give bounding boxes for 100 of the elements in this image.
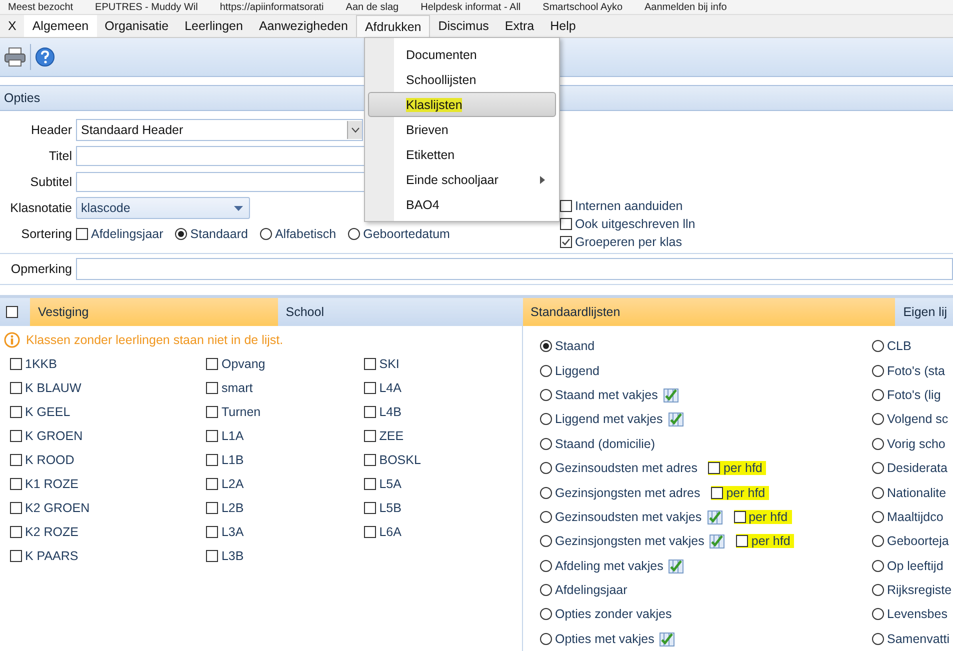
menu-item[interactable]: Algemeen: [24, 15, 97, 37]
checkbox[interactable]: [206, 502, 218, 514]
checkbox[interactable]: [206, 454, 218, 466]
radio-button[interactable]: [872, 388, 884, 401]
radio-button[interactable]: [540, 608, 552, 620]
radio-label: Samenvatti: [887, 632, 950, 646]
checkbox[interactable]: [76, 228, 88, 240]
radio-button[interactable]: [540, 632, 552, 645]
checkbox[interactable]: [364, 526, 376, 538]
menu-item[interactable]: Extra: [496, 15, 542, 37]
checkbox-label: per hfd: [726, 486, 766, 500]
bookmark-link[interactable]: Aan de slag: [346, 2, 399, 12]
radio-button[interactable]: [540, 510, 552, 523]
header-dropdown[interactable]: Standaard Header: [76, 119, 363, 141]
radio-button[interactable]: [540, 438, 552, 450]
checkbox[interactable]: [206, 358, 218, 370]
checkbox[interactable]: [10, 502, 22, 514]
checkbox[interactable]: [10, 550, 22, 562]
radio-button[interactable]: [348, 228, 360, 240]
menu-item[interactable]: X: [0, 15, 24, 37]
checkbox[interactable]: [560, 218, 572, 230]
checkbox[interactable]: [560, 200, 572, 212]
menu-item[interactable]: Organisatie: [96, 15, 177, 37]
checkbox[interactable]: [736, 535, 748, 548]
help-icon[interactable]: [35, 47, 55, 67]
checkbox[interactable]: [10, 526, 22, 538]
radio-button[interactable]: [540, 584, 552, 596]
radio-button[interactable]: [872, 535, 884, 548]
checkbox[interactable]: [711, 486, 724, 499]
radio-button[interactable]: [872, 413, 884, 426]
menu-item[interactable]: Klaslijsten: [368, 92, 556, 117]
radio-button[interactable]: [872, 364, 884, 377]
radio-button[interactable]: [872, 438, 884, 450]
bookmark-link[interactable]: Smartschool Ayko: [542, 2, 623, 12]
printer-icon[interactable]: [4, 47, 26, 67]
radio-button[interactable]: [260, 228, 272, 240]
checkbox[interactable]: [10, 430, 22, 442]
menu-item[interactable]: Einde schooljaar: [368, 167, 556, 192]
checkbox[interactable]: [364, 478, 376, 490]
radio-button[interactable]: [872, 632, 884, 645]
input-field[interactable]: [76, 258, 953, 280]
menu-item[interactable]: Aanwezigheden: [250, 15, 356, 37]
bookmark-link[interactable]: Meest bezocht: [8, 2, 74, 12]
radio-label: Opties met vakjes: [555, 632, 654, 646]
radio-button[interactable]: [540, 486, 552, 499]
checkbox[interactable]: [708, 462, 720, 474]
menu-item[interactable]: Schoollijsten: [368, 67, 556, 92]
checkbox[interactable]: [364, 406, 376, 418]
radio-button[interactable]: [540, 364, 552, 377]
radio-button[interactable]: [540, 413, 552, 426]
checkbox[interactable]: [10, 454, 22, 466]
checkbox[interactable]: [364, 502, 376, 514]
bookmark-link[interactable]: Helpdesk informat - All: [420, 2, 521, 12]
menu-item[interactable]: Help: [542, 15, 584, 37]
checkbox[interactable]: [6, 306, 18, 318]
checkbox[interactable]: [10, 382, 22, 394]
radio-button[interactable]: [872, 584, 884, 596]
radio-button[interactable]: [540, 535, 552, 548]
menu-item[interactable]: BAO4: [368, 192, 556, 217]
checkbox[interactable]: [10, 358, 22, 370]
checkbox[interactable]: [560, 236, 572, 248]
checkbox[interactable]: [206, 406, 218, 418]
checkbox-label: Afdelingsjaar: [91, 227, 164, 241]
radio-button[interactable]: [175, 228, 188, 240]
checkbox[interactable]: [364, 430, 376, 442]
tab[interactable]: Vestiging: [30, 298, 278, 326]
menu-item[interactable]: Brieven: [368, 117, 556, 142]
checkbox[interactable]: [206, 430, 218, 442]
menu-item[interactable]: Etiketten: [368, 142, 556, 167]
menu-item[interactable]: Discimus: [430, 15, 497, 37]
radio-button[interactable]: [872, 510, 884, 523]
radio-button[interactable]: [540, 560, 552, 572]
checkbox-label: per hfd: [723, 461, 762, 476]
tab[interactable]: Standaardlijsten: [522, 298, 896, 326]
checkbox[interactable]: [206, 478, 218, 490]
bookmark-link[interactable]: https://apiinformatsorati: [220, 2, 324, 12]
radio-button[interactable]: [872, 340, 884, 352]
menu-item[interactable]: Documenten: [368, 42, 556, 67]
checkbox[interactable]: [364, 382, 376, 394]
checkbox[interactable]: [734, 510, 746, 523]
checkbox[interactable]: [206, 382, 218, 394]
checkbox[interactable]: [10, 406, 22, 418]
menu-item[interactable]: Leerlingen: [176, 15, 251, 37]
radio-button[interactable]: [872, 462, 884, 474]
menu-item[interactable]: Afdrukken: [356, 15, 430, 37]
checkbox[interactable]: [206, 526, 218, 538]
radio-button[interactable]: [872, 608, 884, 620]
radio-button[interactable]: [540, 340, 552, 352]
radio-button[interactable]: [872, 560, 884, 572]
checkbox[interactable]: [206, 550, 218, 562]
bookmark-link[interactable]: Aanmelden bij info: [644, 2, 727, 12]
checkbox[interactable]: [364, 358, 376, 370]
radio-button[interactable]: [540, 388, 552, 401]
klasnotatie-dropdown[interactable]: klascode: [76, 197, 250, 219]
radio-button[interactable]: [540, 462, 552, 474]
checkbox[interactable]: [364, 454, 376, 466]
checkbox-label: K1 ROZE: [25, 477, 78, 491]
checkbox[interactable]: [10, 478, 22, 490]
bookmark-link[interactable]: EPUTRES - Muddy Wil: [95, 2, 198, 12]
radio-button[interactable]: [872, 486, 884, 499]
